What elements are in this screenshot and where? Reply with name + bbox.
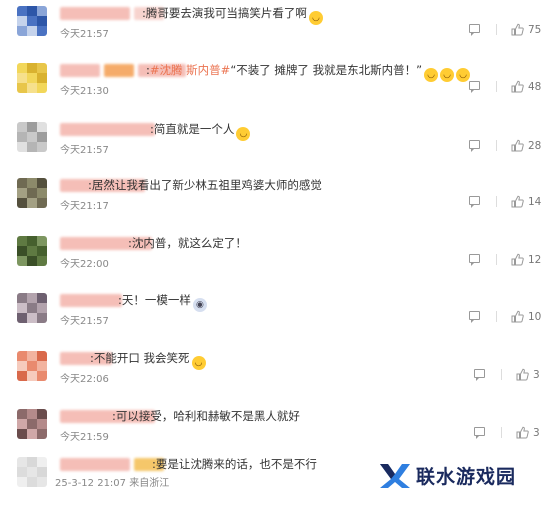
- reply-icon[interactable]: [469, 81, 480, 93]
- comment-text: :#沈腾 斯内普#“不装了 摊牌了 我就是东北斯内普！” ◡ ◡ ◡: [146, 61, 471, 82]
- comment-body: 可以接受，哈利和赫敏不是黑人就好: [115, 409, 300, 423]
- thumbs-up-icon[interactable]: [516, 368, 529, 383]
- action-divider: [496, 24, 497, 35]
- comment-time: 今天21:17: [60, 201, 109, 212]
- comment-body: 不能开口 我会笑死: [93, 351, 190, 365]
- laugh-cry-emoji-icon: ◡: [440, 68, 455, 82]
- comment-text: :腾哥要去演我可当搞笑片看了啊 ◡: [142, 4, 323, 25]
- comment-text: :可以接受，哈利和赫敏不是黑人就好: [112, 407, 300, 425]
- watermark: 联水游戏园: [378, 455, 548, 495]
- thumbs-up-icon[interactable]: [511, 253, 524, 268]
- comment-body: 简直就是一个人: [153, 122, 235, 136]
- thumbs-up-icon[interactable]: [511, 195, 524, 210]
- awkward-emoji-icon: ◡: [236, 127, 251, 141]
- like-count: 12: [528, 254, 542, 266]
- comment-body: 居然让我看出了新少林五祖里鸡婆大师的感觉: [91, 178, 322, 192]
- thumbs-up-icon[interactable]: [516, 426, 529, 441]
- avatar[interactable]: [17, 122, 47, 152]
- reply-icon[interactable]: [469, 311, 480, 323]
- comment-item: :腾哥要去演我可当搞笑片看了啊 ◡ 今天21:57 75: [0, 0, 550, 57]
- avatar[interactable]: [17, 351, 47, 381]
- comment-text: :简直就是一个人 ◡: [150, 120, 251, 141]
- like-count: 28: [528, 140, 542, 152]
- comment-body: 沈内普，就这么定了！: [131, 236, 247, 250]
- reply-icon[interactable]: [469, 140, 480, 152]
- like-count: 14: [528, 196, 542, 208]
- comment-item: :居然让我看出了新少林五祖里鸡婆大师的感觉今天21:17 14: [0, 172, 550, 229]
- like-count: 3: [533, 427, 540, 439]
- avatar[interactable]: [17, 6, 47, 36]
- comment-time: 今天21:57: [60, 145, 109, 156]
- avatar[interactable]: [17, 63, 47, 93]
- like-count: 48: [528, 81, 542, 93]
- comment-text: :沈内普，就这么定了！: [128, 234, 247, 252]
- avatar[interactable]: [17, 178, 47, 208]
- reply-icon[interactable]: [469, 24, 480, 36]
- comment-body: 腾哥要去演我可当搞笑片看了啊: [145, 6, 307, 20]
- comment-text: :要是让沈腾来的话，也不是不行: [152, 455, 317, 473]
- comment-time: 今天22:00: [60, 259, 109, 270]
- like-count: 10: [528, 311, 542, 323]
- username[interactable]: [104, 64, 134, 77]
- like-count: 3: [533, 369, 540, 381]
- reply-icon[interactable]: [474, 427, 485, 439]
- thumbs-up-icon[interactable]: [511, 23, 524, 38]
- action-divider: [496, 311, 497, 322]
- thumbs-up-icon[interactable]: [511, 80, 524, 95]
- hashtag-link[interactable]: #沈腾 斯内普#: [150, 63, 230, 77]
- laugh-emoji-icon: ◡: [308, 11, 323, 25]
- comment-text: :天！一模一样 ◉: [118, 291, 207, 312]
- avatar[interactable]: [17, 293, 47, 323]
- action-divider: [496, 196, 497, 207]
- username[interactable]: [60, 64, 100, 77]
- comment-item: :简直就是一个人 ◡ 今天21:57 28: [0, 116, 550, 173]
- comment-item: :沈内普，就这么定了！ 今天22:00 12: [0, 230, 550, 287]
- laugh-emoji-icon: ◡: [191, 356, 206, 370]
- action-divider: [496, 81, 497, 92]
- comment-item: :#沈腾 斯内普#“不装了 摊牌了 我就是东北斯内普！” ◡ ◡ ◡ 今天21:30 48: [0, 57, 550, 114]
- watermark-text: 联水游戏园: [416, 465, 517, 488]
- comment-body: “不装了 摊牌了 我就是东北斯内普！”: [230, 63, 423, 77]
- laugh-cry-emoji-icon: ◡: [424, 68, 439, 82]
- comment-item: :不能开口 我会笑死 ◡ 今天22:06 3: [0, 345, 550, 402]
- action-divider: [496, 140, 497, 151]
- avatar[interactable]: [17, 236, 47, 266]
- comment-text: :居然让我看出了新少林五祖里鸡婆大师的感觉: [88, 176, 322, 194]
- comment-time: 今天21:57: [60, 316, 109, 327]
- shock-emoji-icon: ◉: [192, 298, 207, 312]
- username[interactable]: [60, 7, 130, 20]
- action-divider: [501, 427, 502, 438]
- like-count: 75: [528, 24, 542, 36]
- username[interactable]: [60, 123, 155, 136]
- watermark-logo-icon: [378, 460, 412, 490]
- comment-time: 今天21:59: [60, 432, 109, 443]
- reply-icon[interactable]: [469, 196, 480, 208]
- comment-time: 25-3-12 21:07 来自浙江: [55, 478, 170, 489]
- comment-text: :不能开口 我会笑死 ◡: [90, 349, 206, 370]
- comment-time: 今天21:57: [60, 29, 109, 40]
- avatar[interactable]: [17, 409, 47, 439]
- reply-icon[interactable]: [474, 369, 485, 381]
- comment-item: :天！一模一样 ◉ 今天21:57 10: [0, 287, 550, 344]
- laugh-cry-emoji-icon: ◡: [456, 68, 471, 82]
- avatar[interactable]: [17, 457, 47, 487]
- username[interactable]: [60, 294, 122, 307]
- username[interactable]: [60, 458, 130, 471]
- reply-icon[interactable]: [469, 254, 480, 266]
- comment-body: 要是让沈腾来的话，也不是不行: [155, 457, 317, 471]
- thumbs-up-icon[interactable]: [511, 310, 524, 325]
- thumbs-up-icon[interactable]: [511, 139, 524, 154]
- action-divider: [496, 254, 497, 265]
- action-divider: [501, 369, 502, 380]
- comment-body: 天！一模一样: [121, 293, 191, 307]
- comment-time: 今天21:30: [60, 86, 109, 97]
- comment-time: 今天22:06: [60, 374, 109, 385]
